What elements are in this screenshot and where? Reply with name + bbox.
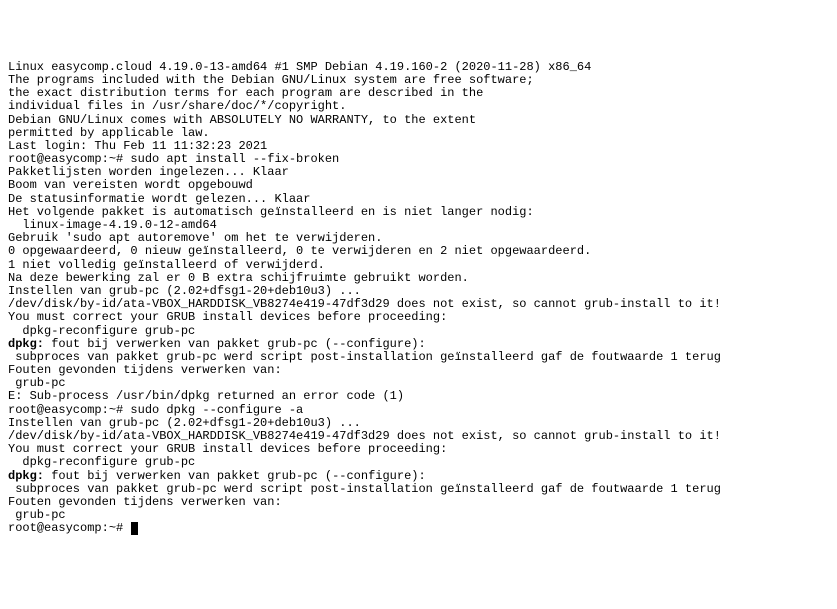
prompt-line[interactable]: root@easycomp:~# [8, 522, 829, 535]
output-line: Fouten gevonden tijdens verwerken van: [8, 364, 829, 377]
command-text: sudo apt install --fix-broken [130, 152, 339, 166]
command-text: sudo dpkg --configure -a [130, 403, 303, 417]
shell-prompt: root@easycomp:~# [8, 152, 130, 166]
output-line: 1 niet volledig geïnstalleerd of verwijd… [8, 259, 829, 272]
shell-prompt: root@easycomp:~# [8, 521, 130, 535]
output-line: Fouten gevonden tijdens verwerken van: [8, 496, 829, 509]
output-line: De statusinformatie wordt gelezen... Kla… [8, 193, 829, 206]
output-line: permitted by applicable law. [8, 127, 829, 140]
output-line: dpkg: fout bij verwerken van pakket grub… [8, 470, 829, 483]
dpkg-label: dpkg: [8, 337, 44, 351]
output-line: Boom van vereisten wordt opgebouwd [8, 179, 829, 192]
shell-prompt: root@easycomp:~# [8, 403, 130, 417]
output-text: fout bij verwerken van pakket grub-pc (-… [44, 337, 426, 351]
cursor-icon [131, 522, 138, 535]
output-line: Na deze bewerking zal er 0 B extra schij… [8, 272, 829, 285]
output-line: subproces van pakket grub-pc werd script… [8, 483, 829, 496]
output-line: You must correct your GRUB install devic… [8, 311, 829, 324]
output-line: 0 opgewaardeerd, 0 nieuw geïnstalleerd, … [8, 245, 829, 258]
output-line: dpkg: fout bij verwerken van pakket grub… [8, 338, 829, 351]
dpkg-label: dpkg: [8, 469, 44, 483]
output-line: individual files in /usr/share/doc/*/cop… [8, 100, 829, 113]
output-line: Debian GNU/Linux comes with ABSOLUTELY N… [8, 114, 829, 127]
prompt-line: root@easycomp:~# sudo dpkg --configure -… [8, 404, 829, 417]
output-text: fout bij verwerken van pakket grub-pc (-… [44, 469, 426, 483]
terminal-output[interactable]: Linux easycomp.cloud 4.19.0-13-amd64 #1 … [8, 61, 829, 536]
output-line: grub-pc [8, 509, 829, 522]
output-line: Linux easycomp.cloud 4.19.0-13-amd64 #1 … [8, 61, 829, 74]
